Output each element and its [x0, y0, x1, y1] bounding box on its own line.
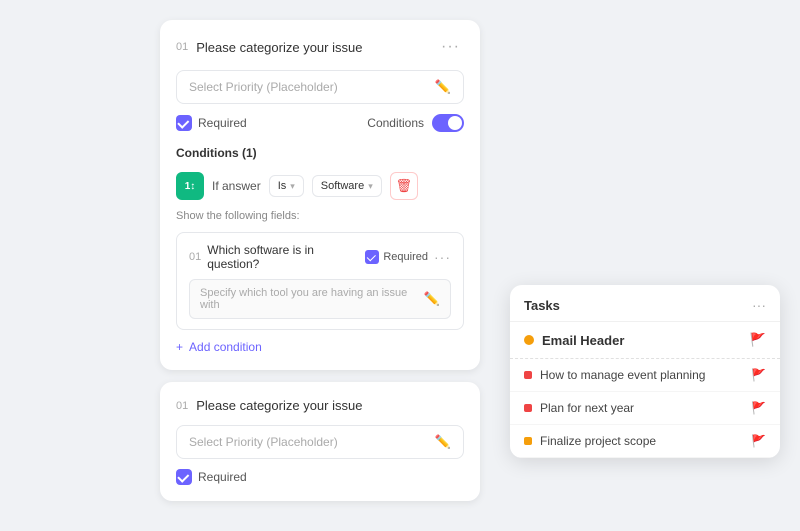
email-header-flag-icon: 🚩	[750, 332, 766, 348]
priority-select[interactable]: Select Priority (Placeholder) ✏️	[176, 70, 464, 104]
conditions-label: Conditions	[367, 116, 424, 130]
priority-select-2[interactable]: Select Priority (Placeholder) ✏️	[176, 425, 464, 459]
card-1-title: Please categorize your issue	[196, 40, 362, 55]
email-header-row[interactable]: Email Header 🚩	[510, 322, 780, 359]
required-checkbox-2[interactable]	[176, 469, 192, 485]
card-2: 01 Please categorize your issue Select P…	[160, 382, 480, 501]
priority-placeholder-2: Select Priority (Placeholder)	[189, 435, 338, 449]
required-row: Required Conditions	[176, 114, 464, 132]
card-1-menu-button[interactable]: ···	[437, 36, 464, 58]
required-left: Required	[176, 115, 247, 131]
condition-icon: 1↕	[176, 172, 204, 200]
card-1-title-group: 01 Please categorize your issue	[176, 40, 362, 55]
task-flag-icon-0: 🚩	[751, 368, 766, 382]
sub-input-field[interactable]: Specify which tool you are having an iss…	[189, 279, 451, 319]
task-dot-2	[524, 437, 532, 445]
task-dot-0	[524, 371, 532, 379]
step-badge-2: 01	[176, 400, 188, 412]
conditions-title: Conditions (1)	[176, 146, 464, 160]
software-select[interactable]: Software ▾	[312, 175, 382, 197]
sub-field-menu-button[interactable]: ···	[434, 249, 451, 265]
card-2-header: 01 Please categorize your issue	[176, 398, 464, 413]
required-checkbox[interactable]	[176, 115, 192, 131]
task-dot-1	[524, 404, 532, 412]
sub-edit-icon: ✏️	[424, 291, 440, 307]
show-following-label: Show the following fields:	[176, 210, 464, 222]
sub-checkbox[interactable]	[365, 250, 379, 264]
conditions-section: Conditions (1) 1↕ If answer Is ▾ Softwar…	[176, 146, 464, 354]
add-condition-button[interactable]: + Add condition	[176, 340, 464, 354]
sub-required-label: Required	[383, 251, 428, 263]
task-text-2: Finalize project scope	[540, 434, 656, 448]
required-label: Required	[198, 116, 247, 130]
email-header-left: Email Header	[524, 333, 624, 348]
task-item-0[interactable]: How to manage event planning 🚩	[510, 359, 780, 392]
task-item-1[interactable]: Plan for next year 🚩	[510, 392, 780, 425]
delete-condition-button[interactable]: 🗑	[390, 172, 418, 200]
card-1-header: 01 Please categorize your issue ···	[176, 36, 464, 58]
sub-field: 01 Which software is in question? Requir…	[176, 232, 464, 330]
if-answer-text: If answer	[212, 179, 261, 193]
email-header-dot	[524, 335, 534, 345]
conditions-toggle[interactable]	[432, 114, 464, 132]
add-condition-label: Add condition	[189, 340, 262, 354]
priority-placeholder: Select Priority (Placeholder)	[189, 80, 338, 94]
edit-icon-2: ✏️	[435, 434, 451, 450]
task-text-0: How to manage event planning	[540, 368, 705, 382]
is-chevron-icon: ▾	[290, 181, 295, 192]
is-select[interactable]: Is ▾	[269, 175, 304, 197]
task-item-2[interactable]: Finalize project scope 🚩	[510, 425, 780, 458]
software-value: Software	[321, 180, 364, 192]
tasks-menu-button[interactable]: ···	[752, 297, 766, 313]
task-text-1: Plan for next year	[540, 401, 634, 415]
sub-input-placeholder: Specify which tool you are having an iss…	[200, 287, 424, 311]
edit-icon: ✏️	[435, 79, 451, 95]
email-header-title: Email Header	[542, 333, 624, 348]
trash-icon: 🗑	[395, 178, 412, 194]
step-badge-1: 01	[176, 41, 188, 53]
tasks-title: Tasks	[524, 298, 560, 313]
sub-step-badge: 01	[189, 251, 201, 263]
condition-icon-label: 1↕	[185, 181, 196, 192]
task-flag-icon-1: 🚩	[751, 401, 766, 415]
task-left-1: Plan for next year	[524, 401, 634, 415]
is-value: Is	[278, 180, 287, 192]
tasks-panel: Tasks ··· Email Header 🚩 How to manage e…	[510, 285, 780, 458]
condition-row: 1↕ If answer Is ▾ Software ▾ 🗑	[176, 172, 464, 200]
task-left-0: How to manage event planning	[524, 368, 705, 382]
software-chevron-icon: ▾	[368, 181, 373, 192]
task-flag-icon-2: 🚩	[751, 434, 766, 448]
conditions-right: Conditions	[367, 114, 464, 132]
sub-required: Required	[365, 250, 428, 264]
tasks-header: Tasks ···	[510, 285, 780, 322]
plus-icon: +	[176, 340, 183, 354]
required-label-2: Required	[198, 470, 247, 484]
sub-field-header: 01 Which software is in question? Requir…	[189, 243, 451, 271]
card-2-title-group: 01 Please categorize your issue	[176, 398, 362, 413]
card-1: 01 Please categorize your issue ··· Sele…	[160, 20, 480, 370]
required-row-2: Required	[176, 469, 464, 485]
sub-field-title: Which software is in question?	[207, 243, 359, 271]
card-2-title: Please categorize your issue	[196, 398, 362, 413]
task-left-2: Finalize project scope	[524, 434, 656, 448]
